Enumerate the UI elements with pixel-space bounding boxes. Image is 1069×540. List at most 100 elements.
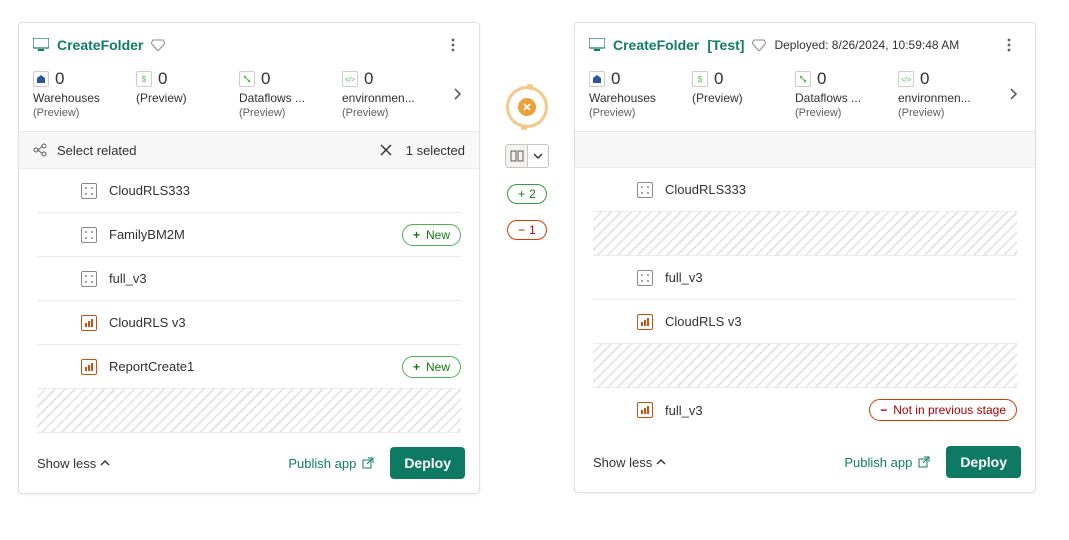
stat-preview: (Preview) — [239, 107, 342, 119]
missing-badge: −Not in previous stage — [869, 399, 1017, 421]
new-badge: +New — [402, 356, 461, 378]
open-external-icon — [918, 456, 930, 468]
compare-column: + 2 − 1 — [498, 22, 556, 240]
minus-icon: − — [880, 403, 887, 417]
compare-view-toggle — [505, 144, 549, 168]
item-name: full_v3 — [665, 403, 857, 418]
publish-app-link[interactable]: Publish app — [288, 456, 374, 471]
show-less-toggle[interactable]: Show less — [593, 455, 666, 470]
minus-icon: − — [518, 223, 525, 237]
item-name: ReportCreate1 — [109, 359, 390, 374]
deploy-button[interactable]: Deploy — [946, 446, 1021, 478]
list-item[interactable]: full_v3 — [593, 256, 1017, 300]
removed-count-pill[interactable]: − 1 — [507, 220, 547, 240]
stat-tile[interactable]: </>0environmen...(Preview) — [898, 69, 1001, 119]
list-item[interactable]: full_v3 −Not in previous stage — [593, 388, 1017, 432]
stat-label: Dataflows ... — [239, 91, 331, 105]
stat-count: 0 — [611, 69, 620, 89]
stats-scroll-right-button[interactable] — [445, 82, 469, 106]
stat-preview: (Preview) — [898, 107, 1001, 119]
stat-count: 0 — [817, 69, 826, 89]
stat-preview: (Preview) — [589, 107, 692, 119]
list-item[interactable]: CloudRLS333 — [37, 169, 461, 213]
chevron-up-icon — [657, 460, 665, 464]
more-options-button[interactable] — [441, 33, 465, 57]
item-type-icon — [637, 182, 653, 198]
compare-dropdown-button[interactable] — [527, 144, 549, 168]
added-count-pill[interactable]: + 2 — [507, 184, 547, 204]
publish-app-link[interactable]: Publish app — [844, 455, 930, 470]
select-related-label[interactable]: Select related — [57, 143, 137, 158]
item-type-icon — [81, 359, 97, 375]
card-title[interactable]: CreateFolder — [57, 37, 143, 53]
empty-slot — [593, 344, 1017, 388]
card-footer: Show less Publish app Deploy — [19, 433, 479, 493]
stat-count: 0 — [364, 69, 373, 89]
stat-count: 0 — [261, 69, 270, 89]
list-item[interactable]: FamilyBM2M+New — [37, 213, 461, 257]
stage-card-dev: CreateFolder 0Warehouses(Preview)$0(Prev… — [18, 22, 480, 494]
stat-tile[interactable]: $0(Preview) — [692, 69, 795, 105]
card-header: CreateFolder [Test] Deployed: 8/26/2024,… — [575, 23, 1035, 63]
selected-count: 1 selected — [406, 143, 465, 158]
stat-tile[interactable]: 0 Dataflows ... (Preview) — [239, 69, 342, 119]
svg-text:</>: </> — [345, 77, 355, 84]
stat-label: Warehouses — [33, 91, 125, 105]
stat-tile[interactable]: 0Dataflows ...(Preview) — [795, 69, 898, 119]
card-header: CreateFolder — [19, 23, 479, 63]
list-item[interactable]: CloudRLS333 — [593, 168, 1017, 212]
stat-count: 0 — [55, 69, 64, 89]
empty-slot — [37, 389, 461, 433]
card-title-suffix: [Test] — [707, 37, 744, 53]
item-name: CloudRLS v3 — [665, 314, 1017, 329]
item-list: CloudRLS333FamilyBM2M+Newfull_v3 CloudRLS… — [19, 169, 479, 433]
compare-status-icon[interactable] — [506, 86, 548, 128]
stat-label: environmen... — [898, 91, 990, 105]
stats-row: 0Warehouses(Preview)$0(Preview)0Dataflow… — [575, 63, 1035, 131]
list-item[interactable]: ReportCreate1 +New — [37, 345, 461, 389]
list-item[interactable]: full_v3 — [37, 257, 461, 301]
workspace-icon — [33, 38, 49, 52]
stat-icon — [795, 71, 811, 87]
item-type-icon — [81, 271, 97, 287]
plus-icon: + — [518, 187, 525, 201]
stat-count: 0 — [714, 69, 723, 89]
item-type-icon — [81, 227, 97, 243]
more-options-button[interactable] — [997, 33, 1021, 57]
stat-tile[interactable]: </>0environmen...(Preview) — [342, 69, 445, 119]
svg-text:$: $ — [142, 75, 147, 84]
svg-text:</>: </> — [901, 77, 911, 84]
stat-icon — [33, 71, 49, 87]
stat-tile[interactable]: 0 Warehouses (Preview) — [589, 69, 692, 119]
stat-icon: $ — [136, 71, 152, 87]
show-less-toggle[interactable]: Show less — [37, 456, 110, 471]
item-type-icon — [81, 315, 97, 331]
stat-tile[interactable]: $0(Preview) — [136, 69, 239, 105]
stat-label: Warehouses — [589, 91, 681, 105]
list-item[interactable]: CloudRLS v3 — [37, 301, 461, 345]
item-name: CloudRLS333 — [665, 182, 1017, 197]
premium-diamond-icon — [752, 39, 766, 51]
card-title[interactable]: CreateFolder — [613, 37, 699, 53]
svg-text:$: $ — [698, 75, 703, 84]
item-name: CloudRLS v3 — [109, 315, 461, 330]
stat-preview: (Preview) — [342, 107, 445, 119]
card-footer: Show less Publish app Deploy — [575, 432, 1035, 492]
item-name: full_v3 — [665, 270, 1017, 285]
deploy-button[interactable]: Deploy — [390, 447, 465, 479]
empty-slot — [593, 212, 1017, 256]
list-item[interactable]: CloudRLS v3 — [593, 300, 1017, 344]
select-related-icon — [33, 143, 47, 157]
item-list: CloudRLS333 full_v3 CloudRLS v3 full_v3 −Not… — [575, 168, 1035, 432]
chevron-down-icon — [533, 151, 543, 161]
stats-scroll-right-button[interactable] — [1001, 82, 1025, 106]
stat-label: (Preview) — [136, 91, 228, 105]
stat-icon — [589, 71, 605, 87]
stat-tile[interactable]: 0Warehouses(Preview) — [33, 69, 136, 119]
plus-icon: + — [413, 360, 420, 374]
stage-card-test: CreateFolder [Test] Deployed: 8/26/2024,… — [574, 22, 1036, 493]
stats-row: 0Warehouses(Preview)$0(Preview)0Dataflow… — [19, 63, 479, 131]
clear-selection-button[interactable] — [376, 140, 396, 160]
compare-side-by-side-button[interactable] — [505, 144, 527, 168]
stat-preview: (Preview) — [795, 107, 898, 119]
